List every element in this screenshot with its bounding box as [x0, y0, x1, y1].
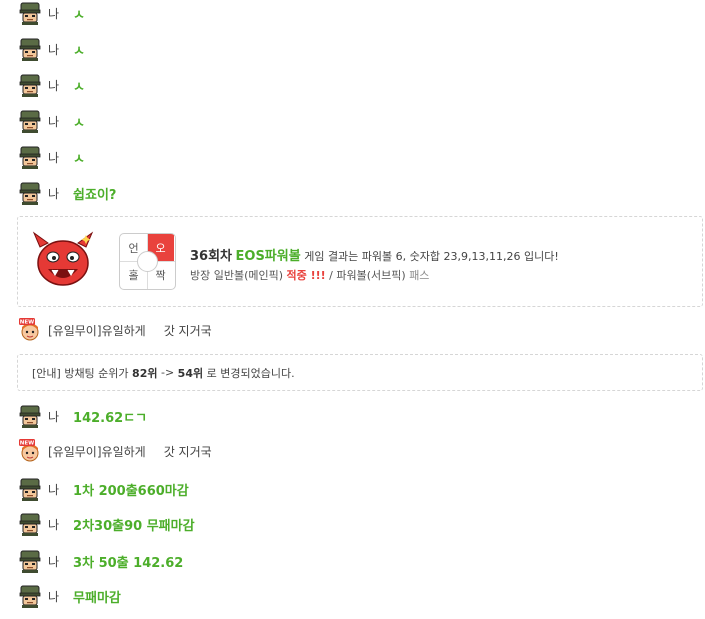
message-nick[interactable]: 나: [48, 516, 59, 533]
chat-message: 나 3차 50출 142.62: [18, 549, 183, 573]
message-text: ㅅ: [73, 7, 86, 23]
message-text: 3차 50출 142.62: [73, 555, 184, 571]
message-nick[interactable]: 나: [48, 481, 59, 498]
notice-arrow: ->: [160, 366, 175, 379]
chat-message: 나 ㅅ: [18, 109, 85, 133]
soldier-avatar-icon[interactable]: [18, 512, 42, 536]
message-text: 무패마감: [73, 590, 121, 606]
message-nick[interactable]: 나: [48, 149, 59, 166]
soldier-avatar-icon[interactable]: [18, 1, 42, 25]
new-user-avatar-icon[interactable]: [18, 439, 42, 463]
chat-message: 나 ㅅ: [18, 1, 85, 25]
notice-to-rank: 54위: [177, 366, 204, 380]
message-text: 1차 200출660마감: [73, 483, 189, 499]
message-text: ㅅ: [73, 115, 86, 131]
soldier-avatar-icon[interactable]: [18, 404, 42, 428]
soldier-avatar-icon[interactable]: [18, 549, 42, 573]
message-nick[interactable]: 나: [48, 553, 59, 570]
round-number: 36회차: [190, 249, 233, 264]
chat-message: [유일무이]유일하게 갓 지거국: [18, 439, 212, 463]
soldier-avatar-icon[interactable]: [18, 477, 42, 501]
notice-prefix: [안내] 방채팅 순위가: [32, 366, 129, 380]
devil-mascot-icon: [32, 231, 94, 286]
message-text: ㅅ: [73, 151, 86, 167]
message-text: 142.62ㄷㄱ: [73, 410, 148, 426]
notice-suffix: 로 변경되었습니다.: [206, 366, 295, 380]
chat-message: 나 ㅅ: [18, 37, 85, 61]
message-nick[interactable]: 나: [48, 408, 59, 425]
center-circle-icon: [137, 251, 158, 272]
result-line-1: 36회차 EOS파워볼 게임 결과는 파워볼 6, 숫자합 23,9,13,11…: [190, 245, 559, 264]
pass-label: 패스: [409, 269, 430, 282]
chat-message: 나 142.62ㄷㄱ: [18, 404, 147, 428]
message-nick[interactable]: 나: [48, 41, 59, 58]
chat-message: 나 무패마감: [18, 584, 121, 608]
game-name: EOS파워볼: [235, 249, 301, 264]
result-line-2: 방장 일반볼(메인픽) 적중 !!! / 파워볼(서브픽) 패스: [190, 267, 429, 283]
chat-message: 나 1차 200출660마감: [18, 477, 189, 501]
message-nick[interactable]: 나: [48, 185, 59, 202]
message-nick[interactable]: [유일무이]유일하게: [48, 322, 146, 339]
message-text: 쉽죠이?: [73, 187, 117, 203]
soldier-avatar-icon[interactable]: [18, 145, 42, 169]
new-user-avatar-icon[interactable]: [18, 318, 42, 342]
soldier-avatar-icon[interactable]: [18, 109, 42, 133]
message-text: 2차30출90 무패마감: [73, 518, 195, 534]
soldier-avatar-icon[interactable]: [18, 584, 42, 608]
soldier-avatar-icon[interactable]: [18, 73, 42, 97]
chat-message: 나 2차30출90 무패마감: [18, 512, 195, 536]
chat-message: [유일무이]유일하게 갓 지거국: [18, 318, 212, 342]
notice-from-rank: 82위: [132, 366, 158, 380]
soldier-avatar-icon[interactable]: [18, 181, 42, 205]
hit-badge: 적중 !!!: [286, 269, 326, 282]
message-nick[interactable]: 나: [48, 5, 59, 22]
message-text: ㅅ: [73, 43, 86, 59]
top-fragment: · · · · ·: [672, 0, 701, 5]
chat-message: 나 쉽죠이?: [18, 181, 116, 205]
game-result-card: 언 오 홀 짝 36회차 EOS파워볼 게임 결과는 파워볼 6, 숫자합 23…: [17, 216, 703, 307]
message-nick[interactable]: 나: [48, 113, 59, 130]
odd-even-indicator: 언 오 홀 짝: [119, 233, 176, 290]
chat-message: 나 ㅅ: [18, 73, 85, 97]
message-nick[interactable]: [유일무이]유일하게: [48, 443, 146, 460]
message-text: 갓 지거국: [163, 444, 212, 459]
result-text: 게임 결과는 파워볼 6, 숫자합 23,9,13,11,26 입니다!: [304, 250, 559, 263]
message-text: ㅅ: [73, 79, 86, 95]
rank-notice: [안내] 방채팅 순위가 82위 -> 54위 로 변경되었습니다.: [17, 354, 703, 391]
chat-message: 나 ㅅ: [18, 145, 85, 169]
main-pick-label: 방장 일반볼(메인픽): [190, 269, 284, 282]
message-text: 갓 지거국: [163, 323, 212, 338]
message-nick[interactable]: 나: [48, 588, 59, 605]
sub-pick-label: / 파워볼(서브픽): [329, 269, 406, 282]
message-nick[interactable]: 나: [48, 77, 59, 94]
soldier-avatar-icon[interactable]: [18, 37, 42, 61]
